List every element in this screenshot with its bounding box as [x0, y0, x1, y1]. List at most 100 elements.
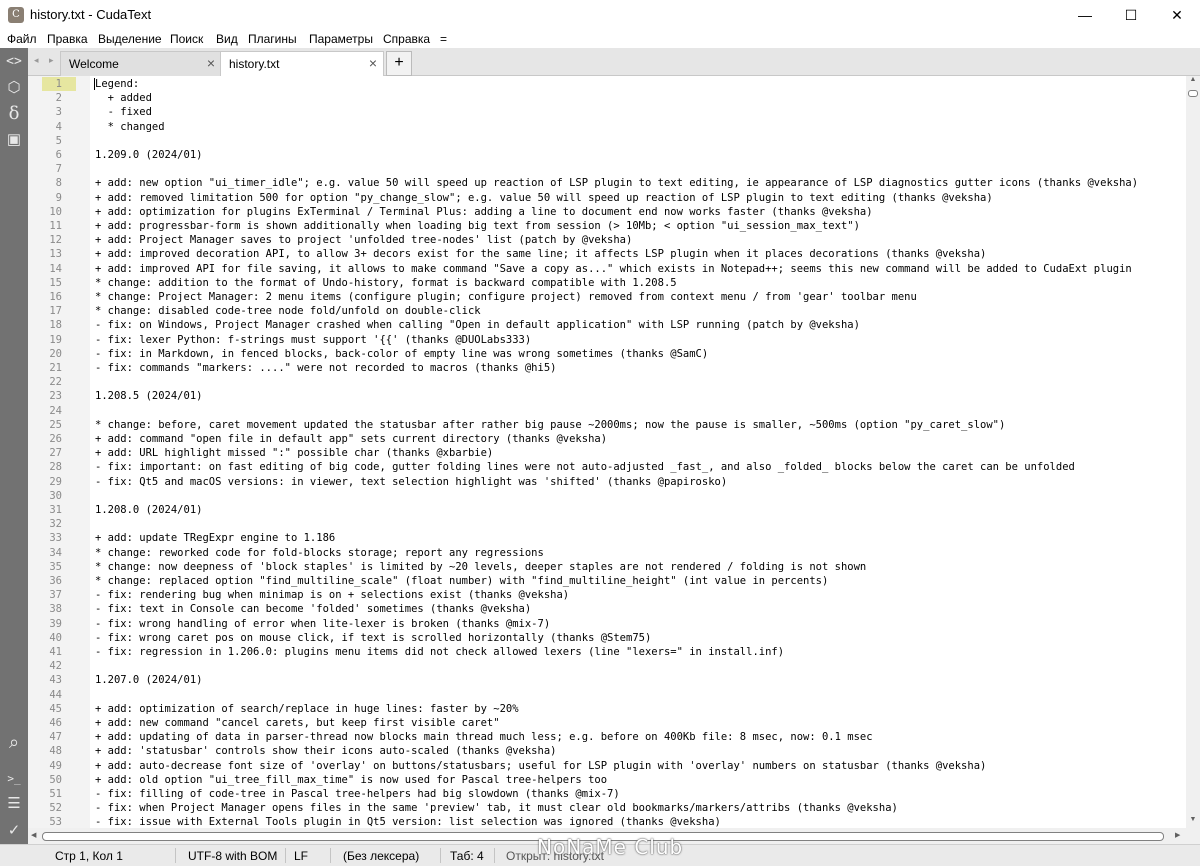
line-number[interactable]: 4 — [28, 120, 62, 134]
line-number[interactable]: 23 — [28, 389, 62, 403]
snippets-icon[interactable]: δ — [5, 105, 23, 123]
line-number[interactable]: 19 — [28, 333, 62, 347]
text-line[interactable]: 1.207.0 (2024/01) — [95, 673, 202, 687]
line-number[interactable]: 29 — [28, 475, 62, 489]
text-line[interactable]: + add: progressbar-form is shown additio… — [95, 219, 860, 233]
line-number[interactable]: 26 — [28, 432, 62, 446]
text-line[interactable]: - fix: issue with External Tools plugin … — [95, 815, 721, 828]
line-number[interactable]: 46 — [28, 716, 62, 730]
text-line[interactable]: - fixed — [95, 105, 152, 119]
line-number[interactable]: 21 — [28, 361, 62, 375]
line-number[interactable]: 34 — [28, 546, 62, 560]
console-icon[interactable]: >_ — [5, 770, 23, 788]
text-line[interactable]: + add: 'statusbar' controls show their i… — [95, 744, 556, 758]
line-number[interactable]: 1 — [28, 77, 62, 91]
text-line[interactable]: * changed — [95, 120, 165, 134]
line-number[interactable]: 52 — [28, 801, 62, 815]
line-number[interactable]: 24 — [28, 404, 62, 418]
text-line[interactable]: 1.208.5 (2024/01) — [95, 389, 202, 403]
status-position[interactable]: Стр 1, Кол 1 — [55, 849, 123, 863]
text-line[interactable]: - fix: on Windows, Project Manager crash… — [95, 318, 860, 332]
project-icon[interactable]: ⬡ — [5, 79, 23, 97]
line-number[interactable]: 38 — [28, 602, 62, 616]
line-number[interactable]: 15 — [28, 276, 62, 290]
text-line[interactable]: + add: removed limitation 500 for option… — [95, 191, 993, 205]
line-number[interactable]: 49 — [28, 759, 62, 773]
line-number[interactable]: 20 — [28, 347, 62, 361]
text-line[interactable]: * change: before, caret movement updated… — [95, 418, 1005, 432]
menu-extra[interactable]: = — [440, 32, 447, 46]
menu-edit[interactable]: Правка — [47, 32, 88, 46]
line-number[interactable]: 37 — [28, 588, 62, 602]
scroll-thumb[interactable] — [1188, 90, 1198, 97]
tab-welcome[interactable]: Welcome × — [60, 51, 222, 76]
text-line[interactable]: Legend: — [95, 77, 139, 91]
line-number[interactable]: 12 — [28, 233, 62, 247]
text-line[interactable]: - fix: filling of code-tree in Pascal tr… — [95, 787, 620, 801]
text-line[interactable]: - fix: commands "markers: ...." were not… — [95, 361, 556, 375]
line-number[interactable]: 27 — [28, 446, 62, 460]
line-number[interactable]: 5 — [28, 134, 62, 148]
line-number[interactable]: 25 — [28, 418, 62, 432]
text-line[interactable]: * change: replaced option "find_multilin… — [95, 574, 828, 588]
scroll-up-icon[interactable]: ▲ — [1188, 76, 1198, 83]
line-number[interactable]: 53 — [28, 815, 62, 828]
text-line[interactable]: + add: URL highlight missed ":" possible… — [95, 446, 493, 460]
line-number[interactable]: 48 — [28, 744, 62, 758]
line-number[interactable]: 32 — [28, 517, 62, 531]
line-number[interactable]: 7 — [28, 162, 62, 176]
scroll-left-icon[interactable]: ◀ — [31, 831, 36, 839]
text-line[interactable]: + add: optimization of search/replace in… — [95, 702, 519, 716]
text-line[interactable]: - fix: Qt5 and macOS versions: in viewer… — [95, 475, 727, 489]
text-line[interactable]: * change: reworked code for fold-blocks … — [95, 546, 544, 560]
status-lexer[interactable]: (Без лексера) — [343, 849, 419, 863]
text-line[interactable]: + add: command "open file in default app… — [95, 432, 607, 446]
text-line[interactable]: - fix: lexer Python: f-strings must supp… — [95, 333, 531, 347]
text-line[interactable]: 1.209.0 (2024/01) — [95, 148, 202, 162]
new-tab-button[interactable]: + — [386, 51, 412, 76]
text-line[interactable]: - fix: wrong caret pos on mouse click, i… — [95, 631, 651, 645]
text-line[interactable]: - fix: in Markdown, in fenced blocks, ba… — [95, 347, 708, 361]
text-line[interactable]: * change: addition to the format of Undo… — [95, 276, 677, 290]
line-number[interactable]: 22 — [28, 375, 62, 389]
line-number[interactable]: 8 — [28, 176, 62, 190]
maximize-button[interactable]: ☐ — [1108, 0, 1154, 30]
text-line[interactable]: * change: disabled code-tree node fold/u… — [95, 304, 481, 318]
menu-options[interactable]: Параметры — [309, 32, 373, 46]
line-number[interactable]: 41 — [28, 645, 62, 659]
tabs-list-icon[interactable]: ▣ — [5, 131, 23, 149]
scroll-down-icon[interactable]: ▼ — [1188, 816, 1198, 823]
line-number[interactable]: 42 — [28, 659, 62, 673]
status-tab-size[interactable]: Таб: 4 — [450, 849, 484, 863]
text-line[interactable]: + add: Project Manager saves to project … — [95, 233, 632, 247]
line-number[interactable]: 3 — [28, 105, 62, 119]
text-line[interactable]: - fix: when Project Manager opens files … — [95, 801, 898, 815]
text-line[interactable]: + add: updating of data in parser-thread… — [95, 730, 873, 744]
text-line[interactable]: + add: improved API for file saving, it … — [95, 262, 1132, 276]
editor[interactable]: 1 2 3 4 5 6 7 8 9 10 11 12 13 14 15 16 17 18 19 20 21 22 23 24 2… — [28, 76, 1186, 828]
minimize-button[interactable]: — — [1062, 0, 1108, 30]
text-line[interactable]: + add: new option "ui_timer_idle"; e.g. … — [95, 176, 1138, 190]
line-number[interactable]: 33 — [28, 531, 62, 545]
text-line[interactable]: - fix: rendering bug when minimap is on … — [95, 588, 569, 602]
text-line[interactable]: + add: improved decoration API, to allow… — [95, 247, 986, 261]
text-line[interactable]: + add: update TRegExpr engine to 1.186 — [95, 531, 335, 545]
scroll-right-icon[interactable]: ▶ — [1175, 831, 1180, 839]
line-number[interactable]: 16 — [28, 290, 62, 304]
menu-plugins[interactable]: Плагины — [248, 32, 297, 46]
search-icon[interactable]: ⌕ — [5, 733, 23, 751]
text-line[interactable]: + add: old option "ui_tree_fill_max_time… — [95, 773, 607, 787]
line-number[interactable]: 47 — [28, 730, 62, 744]
line-number[interactable]: 50 — [28, 773, 62, 787]
menu-file[interactable]: Файл — [7, 32, 37, 46]
text-line[interactable]: + add: auto-decrease font size of 'overl… — [95, 759, 986, 773]
line-number[interactable]: 6 — [28, 148, 62, 162]
line-number[interactable]: 35 — [28, 560, 62, 574]
menu-search[interactable]: Поиск — [170, 32, 203, 46]
line-number[interactable]: 43 — [28, 673, 62, 687]
line-number[interactable]: 10 — [28, 205, 62, 219]
line-number[interactable]: 28 — [28, 460, 62, 474]
text-line[interactable]: * change: Project Manager: 2 menu items … — [95, 290, 917, 304]
vertical-scrollbar[interactable]: ▲ ▼ — [1186, 76, 1200, 828]
validate-icon[interactable]: ✓ — [5, 822, 23, 840]
